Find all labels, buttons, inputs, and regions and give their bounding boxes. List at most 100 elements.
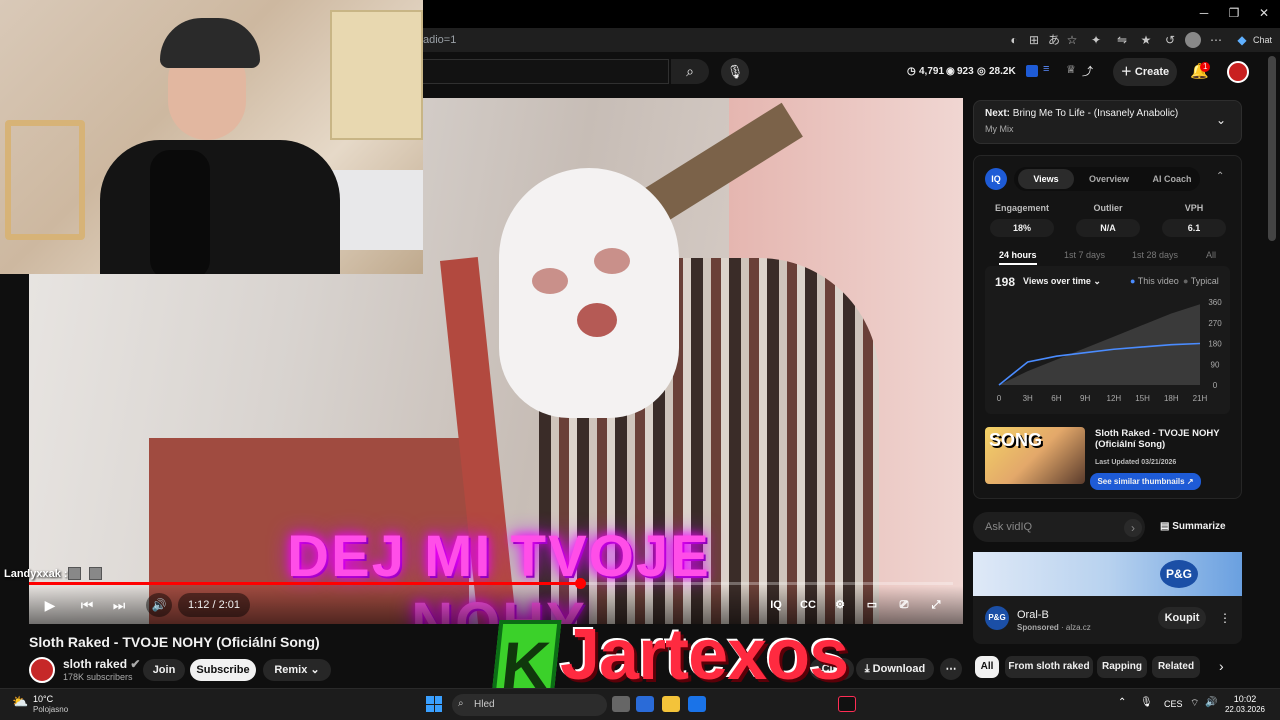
remix-button[interactable]: Remix ⌄: [263, 659, 331, 681]
chip-related[interactable]: Related: [1152, 656, 1200, 678]
ad-title: Oral-B: [1017, 609, 1049, 621]
clock-time[interactable]: 10:02: [1220, 694, 1270, 704]
microphone-icon[interactable]: 🎙: [721, 58, 749, 86]
progress-scrubber[interactable]: [574, 578, 586, 589]
webcam-overlay: [0, 0, 423, 274]
mask-mouth: [577, 303, 617, 337]
see-similar-button[interactable]: See similar thumbnails ↗: [1090, 473, 1201, 490]
collapse-icon[interactable]: ⌃: [1216, 171, 1224, 182]
taskbar-search[interactable]: Hled: [452, 694, 607, 716]
tiktok-icon[interactable]: [838, 696, 856, 712]
ad-menu-icon[interactable]: ⋮: [1219, 611, 1231, 625]
eye-stat-icon: ◉: [946, 66, 955, 77]
metric-engagement-value: 18%: [990, 219, 1054, 237]
user-avatar[interactable]: [1227, 61, 1249, 83]
search-input[interactable]: [423, 59, 669, 84]
next-label: Next:: [985, 108, 1011, 119]
views-over-time-label: Views over time: [1023, 276, 1091, 286]
x-tick-label: 18H: [1164, 394, 1179, 403]
summarize-button[interactable]: ▤ Summarize: [1160, 521, 1226, 532]
mic-tray-icon[interactable]: 🎙: [1140, 697, 1153, 708]
settings-gear-icon[interactable]: ⚙: [829, 595, 851, 615]
chevron-up-icon[interactable]: ⌃: [1118, 697, 1126, 708]
vidiq-icon[interactable]: [1026, 65, 1038, 77]
theater-mode-icon[interactable]: ▭: [861, 595, 883, 615]
task-view-icon[interactable]: [612, 696, 630, 712]
chat-label[interactable]: Chat: [1253, 35, 1272, 45]
captions-icon[interactable]: CC: [797, 595, 819, 615]
close-icon[interactable]: ✕: [1256, 6, 1272, 22]
metric-engagement-label: Engagement: [994, 203, 1049, 213]
range-7-days[interactable]: 1st 7 days: [1064, 250, 1105, 260]
tab-views[interactable]: Views: [1018, 167, 1074, 191]
favorite-star-icon[interactable]: ☆: [1064, 32, 1080, 48]
url-text[interactable]: adio=1: [423, 34, 456, 46]
minimize-icon[interactable]: ─: [1196, 6, 1212, 22]
create-button[interactable]: ＋ Create: [1113, 58, 1177, 86]
apps-icon[interactable]: ⊞: [1026, 32, 1042, 48]
more-actions-icon[interactable]: ⋯: [940, 658, 962, 680]
weather-icon[interactable]: ⛅: [12, 694, 28, 710]
next-icon[interactable]: ⏭: [106, 593, 132, 617]
file-explorer-icon[interactable]: [662, 696, 680, 712]
search-icon[interactable]: ⌕: [671, 59, 709, 84]
page-scrollbar[interactable]: [1268, 56, 1276, 241]
buy-button[interactable]: Koupit: [1158, 607, 1206, 629]
split-screen-icon[interactable]: ⇋: [1114, 32, 1130, 48]
previous-icon[interactable]: ⏮: [74, 593, 100, 617]
summarize-icon: ▤: [1160, 521, 1170, 532]
sponsored-label: Sponsored: [1017, 623, 1059, 632]
app-icon[interactable]: [688, 696, 706, 712]
start-icon[interactable]: [426, 696, 442, 712]
speaker-icon[interactable]: 🔊: [1205, 697, 1217, 708]
volume-icon[interactable]: 🔊: [146, 593, 172, 617]
translate-icon[interactable]: あ: [1046, 32, 1062, 48]
tab-overview[interactable]: Overview: [1082, 167, 1136, 191]
channel-name[interactable]: sloth raked ✔: [63, 657, 140, 671]
next-up-card[interactable]: [973, 100, 1242, 144]
chip-from-channel[interactable]: From sloth raked: [1005, 656, 1093, 678]
send-icon[interactable]: ›: [1124, 519, 1142, 537]
subscriber-count: 178K subscribers: [63, 672, 133, 682]
video-mask: [499, 168, 679, 418]
see-similar-label: See similar thumbnails: [1097, 477, 1185, 486]
range-24-hours[interactable]: 24 hours: [999, 250, 1037, 265]
language-indicator[interactable]: CES: [1164, 699, 1183, 709]
download-button[interactable]: ⤓ Download: [856, 658, 934, 680]
next-video-title: Bring Me To Life - (Insanely Anabolic): [1012, 108, 1179, 119]
subscribe-button[interactable]: Subscribe: [190, 659, 256, 681]
cast-icon[interactable]: ⎚: [893, 595, 915, 615]
x-tick-label: 6H: [1051, 394, 1061, 403]
extension-icon[interactable]: ◐: [1006, 32, 1022, 48]
history-icon[interactable]: ↺: [1162, 32, 1178, 48]
range-28-days[interactable]: 1st 28 days: [1132, 250, 1178, 260]
channel-avatar[interactable]: [29, 657, 55, 683]
views-over-time-dropdown[interactable]: Views over time ⌄: [1023, 276, 1101, 287]
chevron-down-icon[interactable]: ⌄: [1216, 113, 1226, 127]
join-button[interactable]: Join: [143, 659, 185, 681]
trophy-icon[interactable]: ♕: [1066, 63, 1076, 76]
fullscreen-icon[interactable]: ⤢: [925, 595, 947, 615]
chip-rapping[interactable]: Rapping: [1097, 656, 1147, 678]
profile-icon[interactable]: [1185, 32, 1201, 48]
tab-ai-coach[interactable]: AI Coach: [1144, 167, 1200, 191]
restore-icon[interactable]: ❐: [1226, 6, 1242, 22]
wifi-icon[interactable]: ⌔: [1190, 697, 1199, 710]
play-icon[interactable]: ▶: [37, 593, 63, 617]
pg-logo: P&G: [1160, 560, 1198, 588]
rocket-icon[interactable]: ⤴: [1082, 63, 1093, 79]
webcam-body: [100, 140, 340, 274]
more-icon[interactable]: ⋯: [1208, 32, 1224, 48]
stat-views: 923: [957, 66, 974, 77]
copilot-icon[interactable]: ◆: [1234, 32, 1250, 48]
favorites-icon[interactable]: ★: [1138, 32, 1154, 48]
ad-banner-image[interactable]: [973, 552, 1242, 596]
list-icon[interactable]: ≡: [1043, 63, 1049, 75]
chevron-right-icon[interactable]: ›: [1219, 658, 1224, 674]
puzzle-icon[interactable]: ✦: [1088, 32, 1104, 48]
edge-icon[interactable]: [636, 696, 654, 712]
vidiq-player-icon[interactable]: IQ: [765, 595, 787, 615]
chip-all[interactable]: All: [975, 656, 999, 678]
clock-date[interactable]: 22.03.2026: [1220, 705, 1270, 714]
range-all[interactable]: All: [1206, 250, 1216, 260]
